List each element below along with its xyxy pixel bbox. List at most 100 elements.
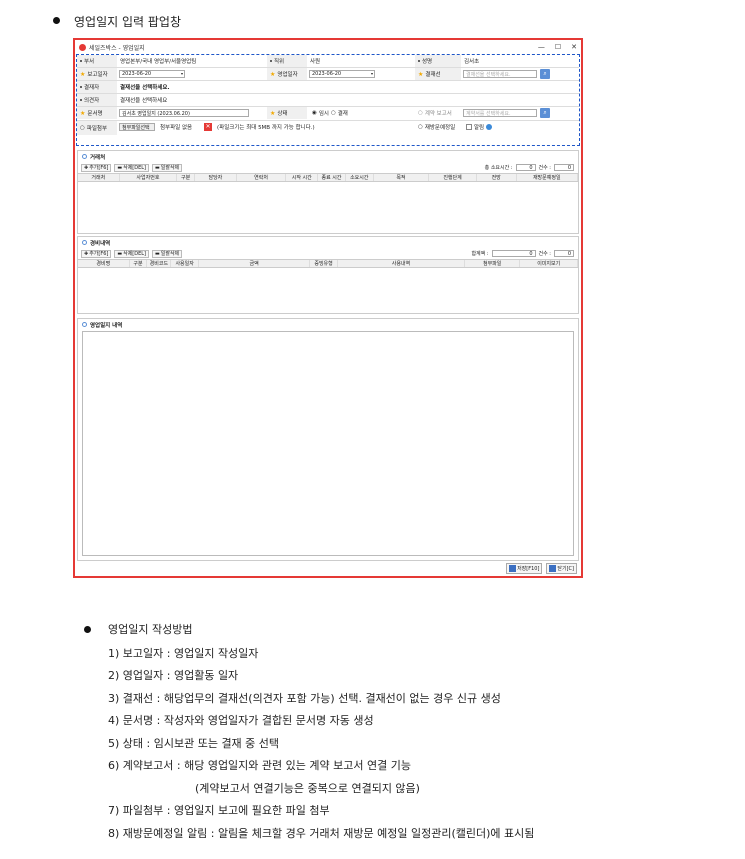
bottom-bar: 저장[F10] 닫기[C] (506, 563, 577, 574)
save-icon (509, 565, 517, 572)
column-header[interactable]: 소요시간 (346, 174, 374, 181)
column-header[interactable]: 사업자번호 (120, 174, 178, 181)
guide-item: (계약보고서 연결기능은 중복으로 연결되지 않음) (195, 782, 420, 795)
status-approve-label: 결재 (337, 111, 348, 117)
content-textarea[interactable] (82, 331, 574, 556)
docname-label: 문서명 (87, 111, 103, 117)
attach-note: (파일크기는 최대 5MB 까지 가능 합니다.) (217, 125, 315, 131)
column-header[interactable]: 사용내역 (338, 260, 465, 267)
save-button[interactable]: 저장[F10] (506, 563, 543, 574)
radio-unchecked-icon[interactable]: ○ (418, 124, 423, 130)
alarm-group: 알림 (463, 121, 493, 133)
help-icon[interactable] (486, 124, 493, 130)
column-header[interactable]: 목적 (374, 174, 430, 181)
content-title: 영업일지 내역 (90, 322, 123, 329)
bullet (53, 17, 60, 24)
guide-item: 2) 영업일자 : 영업활동 일자 (108, 669, 239, 682)
dropdown-arrow-icon[interactable]: ▾ (371, 71, 373, 76)
column-header[interactable]: 시작 시간 (286, 174, 319, 181)
column-header[interactable]: 첨부파일 (465, 260, 521, 267)
position-value: 사원 (310, 59, 321, 65)
column-header[interactable]: 경비코드 (147, 260, 172, 267)
report-date-label: 보고일자 (87, 72, 108, 78)
column-header[interactable]: 종료 시간 (318, 174, 346, 181)
column-header[interactable]: 전망 (477, 174, 517, 181)
column-header[interactable]: 연락처 (237, 174, 287, 181)
radio-unchecked-icon[interactable]: ○ (418, 110, 423, 116)
minus-icon: ▬ (117, 164, 123, 171)
column-header[interactable]: 사용일자 (171, 260, 200, 267)
expense-grid-header: 경비명 구분 경비코드 사용일자 금액 증빙유형 사용내역 첨부파일 이미지보기 (78, 259, 579, 268)
expense-delete-all-button[interactable]: ▬ 일괄삭제 (152, 249, 183, 258)
column-header[interactable]: 구분 (177, 174, 196, 181)
report-date-input[interactable]: 2023-06-20 ▾ (119, 70, 185, 78)
radio-checked-icon[interactable]: ◉ (312, 110, 317, 116)
search-icon[interactable]: ⌕ (540, 69, 550, 79)
attach-select-button[interactable]: 첨부파일선택 (119, 123, 155, 131)
name-value: 김서초 (464, 59, 480, 65)
required-star-icon: ★ (270, 109, 276, 117)
client-count-label: 건수 : (538, 165, 551, 171)
expense-section: 경비내역 ✚ 추가[F6] ▬ 삭제[DEL] ▬ 일괄삭제 합계액 : 0 건수 :… (77, 236, 579, 314)
column-header[interactable]: 증빙유형 (310, 260, 338, 267)
close-window-button[interactable]: ✕ (571, 43, 577, 51)
section-icon (82, 322, 87, 327)
column-header[interactable]: 재방문예정일 (517, 174, 579, 181)
section-icon (82, 154, 87, 159)
client-title: 거래처 (90, 154, 106, 161)
form-row: ★ 문서명 김서초 영업일지 (2023.06.20) ★ 상태 ◉ 임시 ○ 결재 ○… (77, 107, 579, 121)
approval-line-input[interactable]: 결재선을 선택하세요. (463, 70, 537, 78)
position-label: 직위 (274, 59, 285, 65)
window-title: 세일즈박스 - 영업일지 (89, 44, 145, 52)
sum-value: 0 (491, 250, 536, 257)
required-star-icon: ★ (270, 70, 276, 78)
expense-delete-button[interactable]: ▬ 삭제[DEL] (114, 249, 150, 258)
dropdown-arrow-icon[interactable]: ▾ (181, 71, 183, 76)
total-time-label: 총 소요시간 : (484, 165, 513, 171)
expense-count-value: 0 (554, 250, 574, 257)
column-header[interactable]: 거래처 (78, 174, 120, 181)
client-delete-button[interactable]: ▬ 삭제[DEL] (114, 163, 150, 172)
column-header[interactable]: 구분 (130, 260, 148, 267)
revisit-label: 재방문예정일 (424, 125, 456, 131)
title-bar: 세일즈박스 - 영업일지 — ☐ ✕ (75, 40, 581, 54)
search-icon[interactable]: ⌕ (540, 108, 550, 118)
expense-toolbar: ✚ 추가[F6] ▬ 삭제[DEL] ▬ 일괄삭제 합계액 : 0 건수 : 0 (78, 248, 578, 259)
header-form: 부서 영업본부/국내 영업부/서울영업팀 직위 사원 성명 김서초 ★ 보고일자 … (76, 54, 580, 146)
column-header[interactable]: 담당자 (195, 174, 237, 181)
docname-input[interactable]: 김서초 영업일지 (2023.06.20) (119, 109, 249, 117)
expense-add-button[interactable]: ✚ 추가[F6] (81, 249, 112, 258)
guide-item: 5) 상태 : 임시보관 또는 결재 중 선택 (108, 737, 280, 750)
minimize-button[interactable]: — (538, 43, 545, 51)
app-logo-icon (79, 43, 86, 51)
maximize-button[interactable]: ☐ (555, 43, 561, 51)
column-header[interactable]: 금액 (199, 260, 311, 267)
required-star-icon: ★ (418, 70, 424, 78)
status-radio-group: ◉ 임시 ○ 결재 (309, 107, 348, 119)
client-delete-all-button[interactable]: ▬ 일괄삭제 (152, 163, 183, 172)
column-header[interactable]: 경비명 (78, 260, 130, 267)
radio-unchecked-icon[interactable]: ○ (331, 110, 336, 116)
close-button[interactable]: 닫기[C] (546, 563, 577, 574)
expense-count-label: 건수 : (538, 251, 551, 257)
approver-label: 결재자 (84, 85, 100, 91)
delete-icon[interactable]: ✕ (204, 123, 212, 131)
client-add-button[interactable]: ✚ 추가[F6] (81, 163, 112, 172)
sum-label: 합계액 : (471, 251, 489, 257)
sales-log-window: 세일즈박스 - 영업일지 — ☐ ✕ 부서 영업본부/국내 영업부/서울영업팀 … (73, 38, 583, 578)
contract-input[interactable]: 계약서를 선택하세요. (463, 109, 537, 117)
column-header[interactable]: 이미지보기 (520, 260, 579, 267)
contract-label: 계약 보고서 (424, 111, 452, 117)
guide-item: 3) 결재선 : 해당업무의 결재선(의견자 포함 가능) 선택. 결재선이 없… (108, 692, 501, 705)
alarm-checkbox[interactable] (466, 124, 472, 130)
approval-label: 결재선 (425, 72, 441, 78)
required-star-icon: ★ (80, 70, 86, 78)
form-row: 부서 영업본부/국내 영업부/서울영업팀 직위 사원 성명 김서초 (77, 55, 579, 68)
minus-icon: ▬ (155, 164, 160, 171)
required-star-icon: ★ (80, 109, 86, 117)
form-row: ★ 보고일자 2023-06-20 ▾ ★ 영업일자 2023-06-20 ▾ ★ 결재선… (77, 68, 579, 81)
column-header[interactable]: 진행단계 (429, 174, 477, 181)
sales-date-label: 영업일자 (277, 72, 298, 78)
sales-date-input[interactable]: 2023-06-20 ▾ (309, 70, 375, 78)
radio-unchecked-icon[interactable]: ○ (80, 125, 85, 131)
